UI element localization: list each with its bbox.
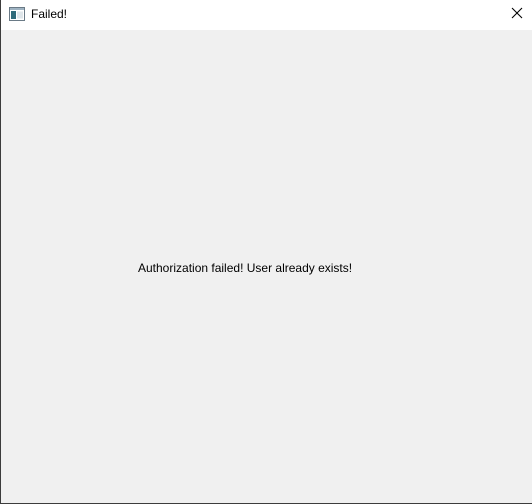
app-window-icon — [9, 7, 25, 21]
dialog-window: Failed! Authorization failed! User alrea… — [0, 0, 532, 504]
dialog-body: Authorization failed! User already exist… — [1, 30, 532, 503]
error-message: Authorization failed! User already exist… — [138, 261, 353, 275]
title-bar[interactable]: Failed! — [1, 0, 532, 30]
close-button[interactable] — [502, 0, 532, 30]
window-title: Failed! — [31, 7, 68, 21]
close-icon — [511, 6, 523, 24]
